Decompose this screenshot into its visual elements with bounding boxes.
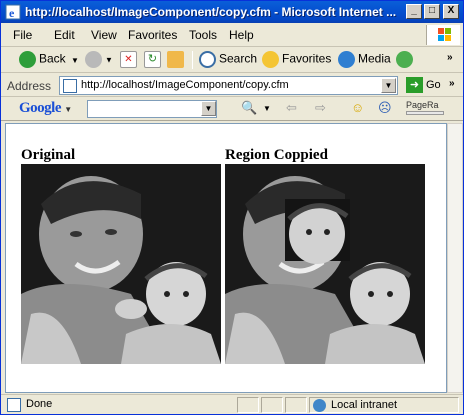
pagerank-label: PageRa: [406, 100, 439, 110]
menu-edit[interactable]: Edit: [54, 28, 75, 42]
media-icon: [338, 51, 355, 68]
intranet-globe-icon: [313, 399, 326, 412]
window-title: http://localhost/ImageComponent/copy.cfm…: [25, 5, 397, 19]
favorites-label: Favorites: [282, 51, 332, 66]
google-search-dropdown-icon[interactable]: ▼: [201, 101, 216, 116]
history-button[interactable]: [396, 51, 416, 69]
stop-button[interactable]: ✕: [120, 51, 140, 69]
original-heading: Original: [21, 147, 76, 163]
toolbar-separator: [192, 51, 193, 69]
links-overflow-chevron[interactable]: »: [449, 78, 455, 89]
svg-text:e: e: [9, 6, 15, 20]
back-dropdown-icon[interactable]: ▼: [71, 56, 79, 65]
go-arrow-icon: ➜: [406, 77, 423, 93]
search-label: Search: [219, 51, 258, 66]
forward-arrow-icon: [85, 51, 102, 68]
status-bar: Done Local intranet: [1, 394, 463, 414]
stop-icon: ✕: [120, 51, 137, 68]
google-search-input[interactable]: ▼: [87, 100, 217, 118]
status-cell: [237, 397, 259, 413]
back-button[interactable]: Back ▼: [19, 51, 79, 69]
pagerank-indicator: PageRa: [406, 100, 444, 115]
forward-button[interactable]: ▼: [85, 51, 113, 69]
media-label: Media: [358, 51, 391, 66]
ie-app-icon: e: [5, 4, 21, 20]
region-copied-heading: Region Coppied: [225, 147, 328, 163]
browser-window: e http://localhost/ImageComponent/copy.c…: [0, 0, 464, 415]
refresh-button[interactable]: ↻: [144, 51, 164, 69]
status-cell: [261, 397, 283, 413]
zone-text: Local intranet: [331, 399, 398, 411]
page-content: Original Region Coppied: [5, 123, 447, 393]
google-toolbar: Google ▼ ▼ 🔍 ▼ ⇦ ⇨ ☺ ☹ PageRa: [1, 97, 463, 121]
go-button[interactable]: ➜ Go: [406, 77, 441, 93]
title-bar[interactable]: e http://localhost/ImageComponent/copy.c…: [1, 1, 463, 23]
vote-happy-icon[interactable]: ☺: [351, 100, 364, 115]
favorites-button[interactable]: Favorites: [262, 51, 331, 69]
search-icon: [199, 51, 216, 68]
status-text: Done: [26, 398, 53, 410]
home-icon: [167, 51, 184, 68]
back-label: Back: [39, 51, 66, 66]
address-label: Address: [7, 79, 52, 93]
vertical-scrollbar[interactable]: [447, 123, 463, 393]
status-cell: [285, 397, 307, 413]
zone-panel: Local intranet: [309, 397, 459, 413]
standard-toolbar: Back ▼ ▼ ✕ ↻ Search Favorites Media »: [1, 47, 463, 73]
page-done-icon: [7, 398, 21, 412]
forward-dropdown-icon[interactable]: ▼: [105, 56, 113, 65]
address-dropdown-icon[interactable]: ▼: [381, 78, 396, 93]
go-label: Go: [426, 78, 441, 91]
address-input[interactable]: http://localhost/ImageComponent/copy.cfm…: [59, 76, 398, 95]
back-arrow-icon: [19, 51, 36, 68]
pagerank-bar: [406, 111, 444, 115]
search-button[interactable]: Search: [199, 51, 257, 69]
google-menu-dropdown-icon: ▼: [64, 105, 72, 114]
google-logo-text: Google: [19, 100, 62, 116]
google-next-icon[interactable]: ⇨: [315, 100, 326, 116]
address-url[interactable]: http://localhost/ImageComponent/copy.cfm: [81, 79, 289, 91]
media-button[interactable]: Media: [338, 51, 391, 69]
windows-logo-icon: [426, 25, 460, 45]
favorites-star-icon: [262, 51, 279, 68]
vote-sad-icon[interactable]: ☹: [378, 100, 392, 116]
home-button[interactable]: [167, 51, 187, 69]
toolbar-overflow-chevron[interactable]: »: [447, 52, 453, 63]
google-search-web-icon[interactable]: 🔍: [241, 100, 257, 116]
close-button[interactable]: X: [443, 4, 459, 19]
menu-favorites[interactable]: Favorites: [128, 28, 177, 42]
history-icon: [396, 51, 413, 68]
menu-help[interactable]: Help: [229, 28, 254, 42]
page-icon: [63, 79, 77, 93]
google-up-icon[interactable]: ⇦: [286, 100, 297, 116]
menu-file[interactable]: File: [13, 28, 32, 42]
maximize-button[interactable]: □: [424, 4, 440, 19]
menu-bar: File Edit View Favorites Tools Help: [1, 23, 463, 47]
menu-tools[interactable]: Tools: [189, 28, 217, 42]
original-photo: [21, 164, 221, 364]
google-logo[interactable]: Google ▼: [19, 100, 72, 117]
address-bar: Address http://localhost/ImageComponent/…: [1, 73, 463, 97]
menu-view[interactable]: View: [91, 28, 117, 42]
google-search-dropdown-arrow-icon[interactable]: ▼: [263, 104, 271, 113]
refresh-icon: ↻: [144, 51, 161, 68]
region-copied-photo: [225, 164, 425, 364]
minimize-button[interactable]: _: [406, 4, 422, 19]
